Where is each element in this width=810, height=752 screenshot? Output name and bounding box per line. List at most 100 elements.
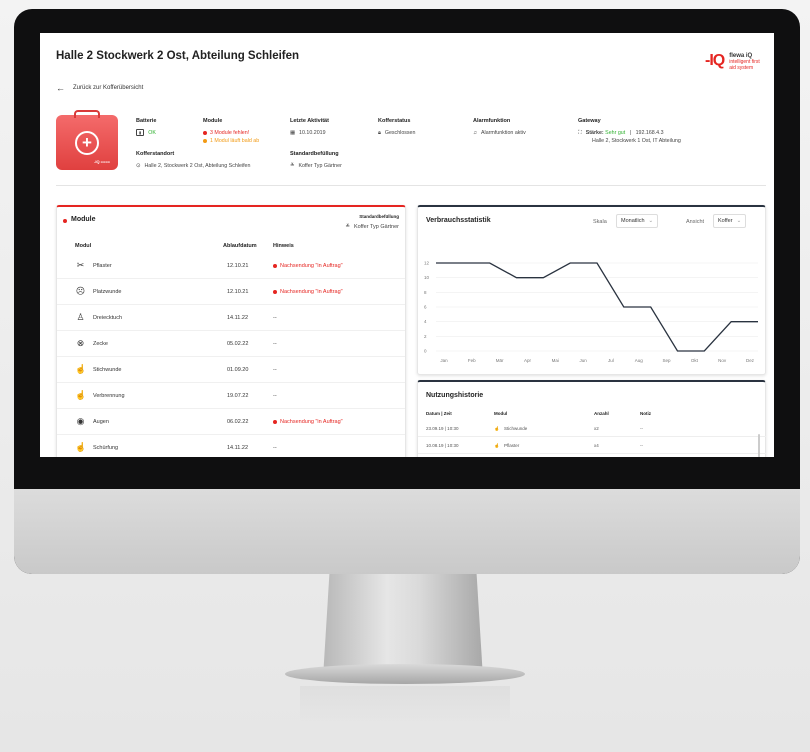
gateway-label: Gateway xyxy=(578,118,601,124)
battery-icon: ▮ xyxy=(136,129,145,136)
consumption-line-chart: 0 2 4 6 8 10 12 Jan Feb Mär Apr Mai Jun Jul Aug Sep Okt N… xyxy=(424,261,758,363)
stats-title: Verbrauchsstatistik xyxy=(426,217,491,224)
std-label: Standardbefüllung xyxy=(359,214,399,219)
y-tick-label: 4 xyxy=(424,319,427,324)
case-brand: -IQ ==== xyxy=(94,159,111,164)
brand-logo: -IQ flewa iQ intelligent first aid system xyxy=(705,52,760,72)
x-tick-label: Okt xyxy=(691,358,699,363)
table-row[interactable]: 23.09.19 | 10:30 ☝ Stichwunde x2 -- xyxy=(418,420,766,437)
col-modul: Modul xyxy=(75,243,92,249)
table-row[interactable]: 10.08.19 | 10:30 ☝ Pflaster x4 -- xyxy=(418,437,766,454)
expiry-date: 14.11.22 xyxy=(227,445,249,451)
wound-icon: ☹ xyxy=(75,286,86,296)
hint: Nachsendung "in Auftrag" xyxy=(273,419,343,425)
skala-select[interactable]: Monatlich ⌄ xyxy=(616,214,659,228)
letzte-aktivitaet-label: Letzte Aktivität xyxy=(290,118,329,124)
bandage-icon: ☝ xyxy=(494,443,500,448)
history-count: x4 xyxy=(594,443,599,448)
x-tick-label: Feb xyxy=(468,358,476,363)
module-warning: 1 Modul läuft bald ab xyxy=(203,138,259,144)
module-name: Zecke xyxy=(93,341,108,347)
table-row[interactable]: ☝ Schürfung 14.11.22 -- xyxy=(57,435,405,457)
abrasion-icon: ☝ xyxy=(75,442,87,452)
skala-label: Skala xyxy=(593,219,607,225)
usage-history-panel: Nutzungshistorie Datum | Zeit Modul Anza… xyxy=(417,380,766,457)
alert-dot-icon xyxy=(273,289,277,294)
kofferstatus-value: 🔒︎ Geschlossen xyxy=(378,130,416,136)
history-title: Nutzungshistorie xyxy=(426,392,484,399)
chevron-down-icon: ⌄ xyxy=(648,218,654,224)
module-name: Augen xyxy=(93,419,109,425)
consumption-stats-panel: Verbrauchsstatistik Skala Monatlich ⌄ Ans… xyxy=(417,205,766,375)
expiry-date: 12.10.21 xyxy=(227,289,249,295)
stand-reflection xyxy=(300,686,510,726)
hint: Nachsendung "in Auftrag" xyxy=(273,263,343,269)
bandage-icon: ✂ xyxy=(76,260,85,270)
hint: -- xyxy=(273,315,277,321)
col-ablaufdatum: Ablaufdatum xyxy=(223,243,257,249)
col-datum: Datum | Zeit xyxy=(426,411,452,416)
stab-wound-icon: ☝ xyxy=(494,426,500,431)
back-link[interactable]: ← Zurück zur Kofferübersicht xyxy=(56,83,143,93)
sort-icon: ≚ xyxy=(345,224,350,230)
y-tick-label: 2 xyxy=(424,334,427,339)
ansicht-select[interactable]: Koffer ⌄ xyxy=(713,214,747,228)
table-row[interactable]: ✂ Pflaster 12.10.21 Nachsendung "in Auftrag… xyxy=(57,253,405,279)
x-tick-label: Aug xyxy=(635,358,644,363)
ansicht-label: Ansicht xyxy=(686,219,705,225)
scrollbar[interactable] xyxy=(758,434,760,457)
alert-dot-icon xyxy=(273,263,277,268)
module-label: Module xyxy=(203,118,223,124)
kofferstandort-label: Kofferstandort xyxy=(136,151,175,157)
lock-icon: 🔒︎ xyxy=(378,130,381,136)
x-tick-label: Nov xyxy=(718,358,727,363)
sort-icon: ≚ xyxy=(290,163,295,169)
col-hinweis: Hinweis xyxy=(273,243,294,249)
letzte-aktivitaet-value: ▦ 10.10.2019 xyxy=(290,130,326,136)
x-tick-label: Mai xyxy=(552,358,559,363)
table-row[interactable]: ☝ Stichwunde 01.09.20 -- xyxy=(57,357,405,383)
x-tick-label: Jun xyxy=(579,358,587,363)
expiry-date: 05.02.22 xyxy=(227,341,249,347)
arrow-left-icon: ← xyxy=(56,83,65,93)
y-tick-label: 6 xyxy=(424,305,427,310)
table-row[interactable]: ☝ Verbrennung 19.07.22 -- xyxy=(57,383,405,409)
history-count: x2 xyxy=(594,426,599,431)
back-link-label: Zurück zur Kofferübersicht xyxy=(73,85,144,91)
alarmfunktion-label: Alarmfunktion xyxy=(473,118,511,124)
app-screen: Halle 2 Stockwerk 2 Ost, Abteilung Schle… xyxy=(40,33,774,457)
burn-icon: ☝ xyxy=(75,390,87,400)
module-name: Stichwunde xyxy=(93,367,122,373)
monitor-chin xyxy=(14,489,800,574)
error-dot-icon xyxy=(203,130,207,135)
network-icon: ⛶ xyxy=(578,130,582,136)
logo-mark: -IQ xyxy=(705,52,725,69)
standardbefuellung-value: ≚ Koffer Typ Gärtner xyxy=(290,163,342,169)
col-notiz: Notiz xyxy=(640,411,651,416)
history-note: -- xyxy=(640,426,643,431)
expiry-date: 19.07.22 xyxy=(227,393,249,399)
table-row[interactable]: ♙ Dreiecktuch 14.11.22 -- xyxy=(57,305,405,331)
x-tick-label: Dez xyxy=(746,358,755,363)
x-tick-label: Mär xyxy=(496,358,504,363)
module-name: Verbrennung xyxy=(93,393,125,399)
medical-cross-icon: + xyxy=(75,131,99,155)
page-title: Halle 2 Stockwerk 2 Ost, Abteilung Schle… xyxy=(56,50,300,62)
eye-icon: ◉ xyxy=(76,416,85,426)
table-row[interactable]: ☹ Platzwunde 12.10.21 Nachsendung "in Auftr… xyxy=(57,279,405,305)
expiry-date: 01.09.20 xyxy=(227,367,249,373)
y-tick-label: 10 xyxy=(424,275,430,280)
table-row[interactable]: ⊗ Zecke 05.02.22 -- xyxy=(57,331,405,357)
module-error: 3 Module fehlen! xyxy=(203,130,249,136)
history-module: Pflaster xyxy=(504,443,520,448)
monitor-stand xyxy=(323,574,483,678)
table-row[interactable]: ◉ Augen 06.02.22 Nachsendung "in Auftrag" xyxy=(57,409,405,435)
expiry-date: 06.02.22 xyxy=(227,419,249,425)
logo-line2: aid system xyxy=(729,65,754,71)
modules-panel: Module Standardbefüllung ≚ Koffer Typ Gär… xyxy=(56,205,406,457)
alert-dot-icon xyxy=(63,219,67,223)
stab-wound-icon: ☝ xyxy=(75,364,87,374)
module-name: Pflaster xyxy=(93,263,112,269)
history-note: -- xyxy=(640,443,643,448)
col-modul: Modul xyxy=(494,411,508,416)
